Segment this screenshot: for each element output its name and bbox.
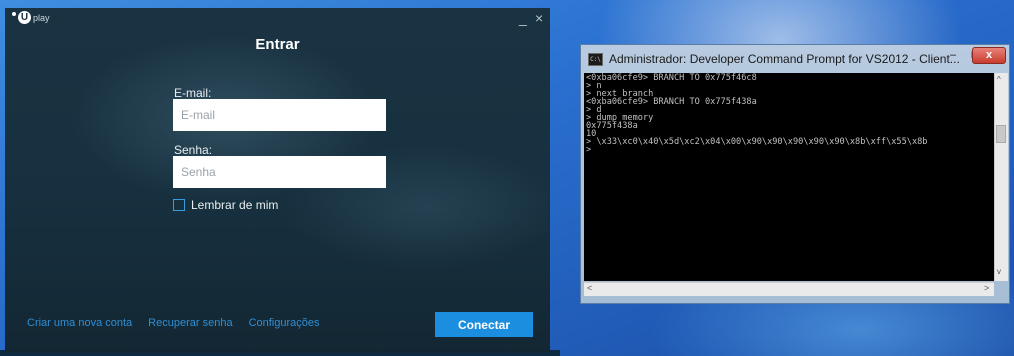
- connect-button[interactable]: Conectar: [435, 312, 533, 337]
- recover-password-link[interactable]: Recuperar senha: [148, 317, 232, 329]
- console-app-icon: C:\: [588, 52, 603, 66]
- create-account-link[interactable]: Criar uma nova conta: [27, 317, 132, 329]
- password-input[interactable]: [173, 156, 386, 188]
- password-label: Senha:: [174, 143, 213, 157]
- cmd-minimize-button[interactable]: –: [942, 49, 964, 63]
- scroll-up-icon[interactable]: ^: [997, 75, 1001, 84]
- vertical-scrollbar[interactable]: ^ v: [994, 73, 1008, 281]
- uplay-login-window: U play _ × Entrar E-mail: Senha: Lembrar…: [5, 8, 550, 353]
- uplay-logo: U play: [12, 11, 50, 24]
- logo-dot-icon: [12, 12, 16, 16]
- cmd-window-title: Administrador: Developer Command Prompt …: [609, 52, 960, 66]
- email-label: E-mail:: [174, 86, 212, 100]
- command-prompt-window: C:\ Administrador: Developer Command Pro…: [580, 44, 1010, 304]
- email-input[interactable]: [173, 99, 386, 131]
- console-text: <0xba06cfe9> BRANCH TO 0x775f46c8 > n > …: [586, 73, 928, 155]
- remember-me-checkbox[interactable]: [173, 199, 185, 211]
- remember-me-option[interactable]: Lembrar de mim: [173, 198, 278, 212]
- settings-link[interactable]: Configurações: [249, 317, 320, 329]
- footer-links: Criar uma nova conta Recuperar senha Con…: [27, 317, 320, 329]
- uplay-minimize-button[interactable]: _: [519, 11, 527, 25]
- cmd-close-button[interactable]: x: [972, 47, 1006, 64]
- horizontal-scrollbar[interactable]: < >: [584, 282, 994, 296]
- remember-me-label: Lembrar de mim: [191, 198, 279, 212]
- uplay-close-button[interactable]: ×: [535, 11, 543, 25]
- uplay-logo-text: play: [33, 12, 50, 23]
- vertical-scroll-thumb[interactable]: [996, 125, 1006, 143]
- console-output[interactable]: <0xba06cfe9> BRANCH TO 0x775f46c8 > n > …: [584, 73, 994, 281]
- login-title: Entrar: [255, 36, 300, 53]
- scroll-right-icon[interactable]: >: [984, 283, 989, 293]
- uplay-logo-icon: U: [18, 11, 31, 24]
- scroll-down-icon[interactable]: v: [997, 267, 1001, 276]
- scroll-left-icon[interactable]: <: [587, 283, 592, 293]
